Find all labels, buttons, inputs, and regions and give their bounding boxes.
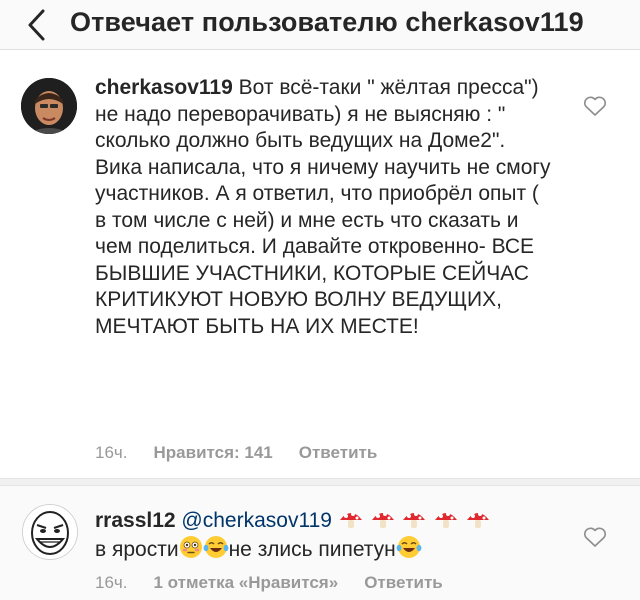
back-button[interactable] <box>18 8 54 42</box>
comment-time: 16ч. <box>95 573 128 592</box>
mushroom-emoji <box>467 512 490 528</box>
mushroom-emoji <box>435 512 458 528</box>
comment-time: 16ч. <box>95 443 128 462</box>
comment-item: cherkasov119 Вот всё-таки " жёлтая пресс… <box>0 52 640 477</box>
avatar[interactable] <box>22 504 78 560</box>
comment-text: не злись пипетун <box>228 537 396 561</box>
avatar[interactable] <box>21 78 77 134</box>
comment-body: cherkasov119 Вот всё-таки " жёлтая пресс… <box>95 75 555 340</box>
like-button[interactable] <box>582 525 608 549</box>
divider <box>0 478 640 486</box>
comment-mention[interactable]: @cherkasov119 <box>181 509 332 532</box>
heart-outline-icon <box>584 527 606 547</box>
header-bar: Отвечает пользователю cherkasov119 <box>0 0 640 50</box>
flushed-face-emoji <box>179 535 202 558</box>
mushroom-emoji <box>403 512 426 528</box>
mushroom-emoji <box>371 512 394 528</box>
comment-meta: 16ч. 1 отметка «Нравится» Ответить <box>95 573 443 593</box>
comment-meta: 16ч. Нравится: 141 Ответить <box>95 443 377 463</box>
tears-of-joy-emoji <box>396 535 422 558</box>
likes-count[interactable]: 1 отметка «Нравится» <box>154 573 339 593</box>
like-button[interactable] <box>582 94 608 118</box>
chevron-left-icon <box>28 9 45 41</box>
comment-text: в ярости <box>95 537 179 561</box>
comment-username[interactable]: rrassl12 <box>95 509 176 532</box>
heart-outline-icon <box>584 96 606 116</box>
likes-count[interactable]: Нравится: 141 <box>154 443 273 463</box>
reply-button[interactable]: Ответить <box>364 573 443 593</box>
comment-text: Вот всё-таки " жёлтая пресса") не надо п… <box>95 76 551 338</box>
mushroom-emoji-group <box>338 509 491 532</box>
avatar-photo <box>23 505 77 559</box>
mushroom-emoji <box>339 512 362 528</box>
page-title: Отвечает пользователю cherkasov119 <box>70 7 584 37</box>
tears-of-joy-emoji <box>203 535 228 558</box>
comment-item: rrassl12 @cherkasov119 в ярости не злись … <box>0 486 640 600</box>
reply-button[interactable]: Ответить <box>299 443 378 463</box>
comment-body: rrassl12 @cherkasov119 в ярости не злись … <box>95 508 565 563</box>
avatar-photo <box>21 78 77 134</box>
comment-username[interactable]: cherkasov119 <box>95 76 233 99</box>
